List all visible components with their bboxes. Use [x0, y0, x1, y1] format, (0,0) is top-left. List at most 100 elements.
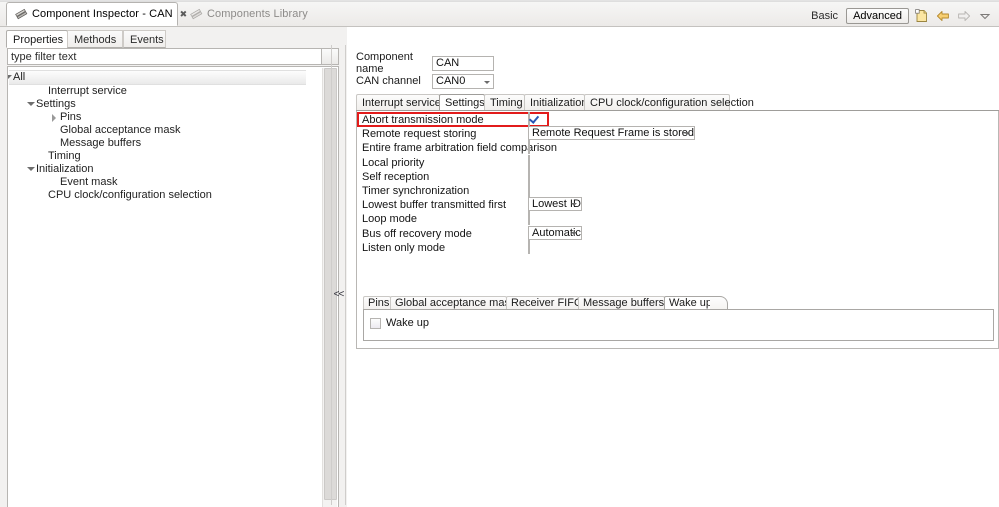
- tree-item-label: Event mask: [60, 176, 118, 188]
- editor-tab-component-inspector[interactable]: Component Inspector - CAN ✖: [6, 2, 187, 26]
- tree-item-timing[interactable]: Timing: [8, 150, 322, 163]
- tab-methods-label: Methods: [74, 34, 117, 46]
- new-note-icon[interactable]: [914, 8, 930, 24]
- inner-tab-pins[interactable]: Pins: [363, 296, 391, 310]
- inner-tab-pins-label: Pins: [368, 297, 390, 309]
- tree-item-settings[interactable]: Settings: [8, 98, 322, 111]
- chevron-down-icon[interactable]: [8, 71, 12, 84]
- inner-tab-trailing-edge: [710, 296, 728, 310]
- chevron-down-icon: [484, 80, 490, 84]
- editor-tab-label: Components Library: [207, 8, 308, 20]
- chevron-down-icon: [570, 231, 577, 235]
- can-channel-combo[interactable]: CAN0: [432, 73, 494, 89]
- property-control: [528, 211, 530, 226]
- property-label: Remote request storing: [362, 128, 477, 141]
- property-checkbox[interactable]: [528, 168, 530, 183]
- tab-interrupt-service-label: Interrupt service: [362, 97, 441, 109]
- search-input[interactable]: [7, 48, 322, 65]
- settings-property-table: Abort transmission mode Remote request st…: [356, 111, 999, 349]
- property-combo[interactable]: Automatic: [528, 225, 582, 240]
- inner-tab-receiver-fifo-label: Receiver FIFO: [511, 297, 583, 309]
- tree-item-label: Global acceptance mask: [60, 124, 181, 136]
- inner-tab-global-acceptance-mask-label: Global acceptance mask: [395, 297, 516, 309]
- tree-item-global-acceptance-mask[interactable]: Global acceptance mask: [8, 124, 322, 137]
- property-control: [528, 239, 530, 254]
- wake-up-row[interactable]: Wake up: [370, 317, 429, 329]
- property-control: Remote Request Frame is stored: [528, 126, 696, 141]
- tab-settings[interactable]: Settings: [439, 94, 485, 111]
- property-checkbox[interactable]: [528, 154, 530, 169]
- property-label: Lowest buffer transmitted first: [362, 199, 507, 212]
- tree-item-label: Message buffers: [60, 137, 142, 149]
- tree-item-label: Initialization: [36, 163, 94, 175]
- property-control: [528, 168, 530, 183]
- tree-item-pins[interactable]: Pins: [8, 111, 322, 124]
- tab-events[interactable]: Events: [123, 30, 166, 48]
- chevron-down-icon[interactable]: [26, 163, 35, 176]
- tree-item-message-buffers[interactable]: Message buffers: [8, 137, 322, 150]
- can-channel-label: CAN channel: [356, 75, 421, 87]
- panel-sash[interactable]: <<: [330, 45, 347, 505]
- collapse-panel-button[interactable]: <<: [332, 287, 345, 303]
- inner-tab-global-acceptance-mask[interactable]: Global acceptance mask: [390, 296, 515, 310]
- property-checkbox[interactable]: [528, 112, 530, 126]
- property-checkbox[interactable]: [528, 140, 530, 155]
- tree-item-cpu-clock-configuration-selection[interactable]: CPU clock/configuration selection: [8, 189, 322, 202]
- inner-tab-receiver-fifo[interactable]: Receiver FIFO: [506, 296, 583, 310]
- wake-up-label: Wake up: [386, 317, 430, 329]
- property-checkbox[interactable]: [528, 183, 530, 197]
- inner-tab-message-buffers[interactable]: Message buffers: [578, 296, 665, 310]
- property-checkbox[interactable]: [528, 211, 530, 226]
- property-row: Local priority: [358, 154, 683, 170]
- tree-item-initialization[interactable]: Initialization: [8, 163, 322, 176]
- tab-interrupt-service[interactable]: Interrupt service: [356, 94, 441, 111]
- tab-cpu-clock-configuration-selection[interactable]: CPU clock/configuration selection: [584, 94, 754, 111]
- property-combo-value: Remote Request Frame is stored: [532, 127, 695, 140]
- chevron-down-icon[interactable]: [26, 98, 35, 111]
- property-label: Self reception: [362, 170, 430, 183]
- can-channel-row: CAN channel CAN0: [356, 73, 494, 89]
- component-name-row: Component name: [356, 51, 494, 75]
- forward-arrow-icon: [956, 8, 972, 24]
- property-row: Listen only mode: [358, 239, 683, 255]
- tree-item-label: Interrupt service: [48, 85, 127, 97]
- property-label: Listen only mode: [362, 241, 446, 254]
- property-row: Abort transmission mode: [358, 112, 683, 127]
- chevron-down-icon: [684, 132, 691, 136]
- tree-item-label: CPU clock/configuration selection: [48, 189, 212, 201]
- property-row: Self reception: [358, 168, 683, 184]
- wake-up-checkbox[interactable]: [370, 318, 381, 329]
- property-checkbox[interactable]: [528, 239, 530, 254]
- tree-item-label: Settings: [36, 98, 76, 110]
- chevron-right-icon[interactable]: [50, 111, 59, 124]
- tab-settings-label: Settings: [445, 97, 485, 109]
- back-arrow-icon[interactable]: [935, 8, 951, 24]
- property-combo[interactable]: Remote Request Frame is stored: [528, 126, 696, 141]
- can-channel-value: CAN0: [436, 75, 466, 87]
- tab-timing[interactable]: Timing: [484, 94, 525, 111]
- mode-advanced-button[interactable]: Advanced: [846, 8, 909, 24]
- property-control: [528, 183, 530, 197]
- tab-properties[interactable]: Properties: [6, 30, 68, 48]
- property-row: Loop mode: [358, 211, 683, 226]
- tab-properties-label: Properties: [13, 34, 64, 46]
- inner-tab-message-buffers-label: Message buffers: [583, 297, 665, 309]
- property-label: Local priority: [362, 156, 425, 169]
- property-row: Entire frame arbitration field compariso…: [358, 140, 683, 155]
- tree-item-interrupt-service[interactable]: Interrupt service: [8, 85, 322, 98]
- component-name-field[interactable]: [432, 55, 494, 71]
- component-tree[interactable]: All Interrupt service Settings Pins Global a…: [7, 66, 339, 507]
- mode-toolbar: Basic Advanced: [808, 6, 993, 26]
- tab-methods[interactable]: Methods: [67, 30, 123, 48]
- chevron-down-icon: [570, 203, 577, 207]
- editor-tab-components-library[interactable]: Components Library: [182, 2, 342, 26]
- editor-tab-bar: Component Inspector - CAN ✖ Components L…: [0, 2, 999, 27]
- mode-basic-button[interactable]: Basic: [808, 8, 841, 24]
- tree-item-all[interactable]: All: [8, 70, 306, 85]
- view-menu-chevron-icon[interactable]: [977, 8, 993, 24]
- editor-tab-label: Component Inspector - CAN: [32, 8, 173, 20]
- property-control: Automatic: [528, 225, 582, 240]
- tree-item-event-mask[interactable]: Event mask: [8, 176, 322, 189]
- tab-initialization[interactable]: Initialization: [524, 94, 587, 111]
- property-combo[interactable]: Lowest ID: [528, 197, 582, 212]
